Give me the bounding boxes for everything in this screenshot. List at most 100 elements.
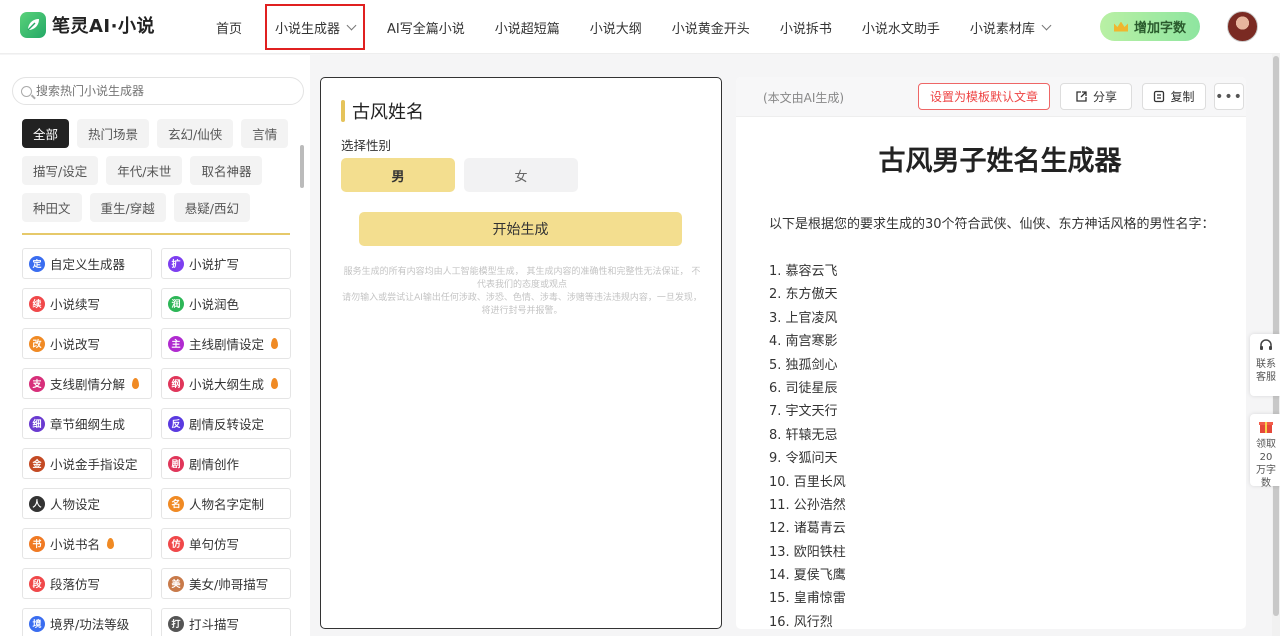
set-default-article-button[interactable]: 设置为模板默认文章 bbox=[918, 83, 1050, 110]
category-tag[interactable]: 取名神器 bbox=[190, 156, 263, 185]
share-button[interactable]: 分享 bbox=[1060, 83, 1132, 110]
hot-flame-icon bbox=[132, 378, 140, 389]
category-tag[interactable]: 年代/末世 bbox=[106, 156, 183, 185]
main-nav: 首页 小说生成器 AI写全篇小说 小说超短篇 小说大纲 小说黄金开头 小说拆书 … bbox=[200, 0, 1058, 54]
tool-icon: 书 bbox=[29, 535, 45, 552]
list-item: 15. 皇甫惊雷 bbox=[769, 591, 846, 607]
tool-icon: 打 bbox=[168, 615, 184, 632]
list-item: 2. 东方傲天 bbox=[769, 287, 838, 303]
category-tag[interactable]: 言情 bbox=[241, 119, 289, 148]
tool-icon: 反 bbox=[168, 415, 184, 432]
tool-icon: 剧 bbox=[168, 455, 184, 472]
list-item: 6. 司徒星辰 bbox=[769, 380, 838, 396]
tool-icon: 境 bbox=[29, 615, 45, 632]
contact-support-widget[interactable]: 联系客服 bbox=[1250, 334, 1280, 396]
tool-item[interactable]: 金小说金手指设定 bbox=[22, 448, 152, 479]
tool-grid: 定自定义生成器扩小说扩写续小说续写润小说润色改小说改写主主线剧情设定支支线剧情分… bbox=[22, 248, 292, 636]
avatar[interactable] bbox=[1227, 11, 1258, 42]
list-item: 3. 上官凌风 bbox=[769, 310, 838, 326]
gift-icon bbox=[1259, 422, 1273, 433]
tool-item[interactable]: 续小说续写 bbox=[22, 288, 152, 319]
category-tag[interactable]: 描写/设定 bbox=[22, 156, 99, 185]
list-item: 13. 欧阳铁柱 bbox=[769, 544, 846, 560]
divider bbox=[22, 233, 290, 235]
tool-label: 剧情反转设定 bbox=[189, 417, 265, 432]
leaf-logo-icon bbox=[20, 12, 46, 38]
tool-item[interactable]: 书小说书名 bbox=[22, 528, 152, 559]
tool-icon: 扩 bbox=[168, 255, 184, 272]
more-options-button[interactable]: ••• bbox=[1214, 83, 1244, 110]
add-words-label: 增加字数 bbox=[1133, 21, 1186, 36]
nav-outline[interactable]: 小说大纲 bbox=[582, 0, 650, 54]
tool-item[interactable]: 段段落仿写 bbox=[22, 568, 152, 599]
add-words-button[interactable]: 增加字数 bbox=[1100, 12, 1200, 41]
share-icon bbox=[1076, 91, 1087, 102]
search-box[interactable] bbox=[12, 77, 304, 105]
tool-label: 小说润色 bbox=[189, 297, 240, 312]
claim-words-widget[interactable]: 领取20万字数 bbox=[1250, 414, 1280, 489]
result-panel: (本文由AI生成) 设置为模板默认文章 分享 复制 ••• 古风男子姓名生成器 … bbox=[736, 77, 1246, 629]
tool-label: 小说改写 bbox=[50, 337, 101, 352]
tool-icon: 续 bbox=[29, 295, 45, 312]
tool-label: 支线剧情分解 bbox=[50, 377, 126, 392]
tool-item[interactable]: 境境界/功法等级 bbox=[22, 608, 152, 636]
gender-female-button[interactable]: 女 bbox=[464, 158, 578, 192]
tool-icon: 人 bbox=[29, 495, 45, 512]
tool-label: 小说书名 bbox=[50, 537, 101, 552]
list-item: 4. 南宫寒影 bbox=[769, 334, 838, 350]
list-item: 8. 轩辕无忌 bbox=[769, 427, 838, 443]
tool-label: 小说大纲生成 bbox=[189, 377, 265, 392]
list-item: 7. 宇文天行 bbox=[769, 404, 838, 420]
tool-label: 小说续写 bbox=[50, 297, 101, 312]
tool-item[interactable]: 改小说改写 bbox=[22, 328, 152, 359]
category-tag[interactable]: 重生/穿越 bbox=[89, 193, 166, 222]
tool-item[interactable]: 支支线剧情分解 bbox=[22, 368, 152, 399]
nav-home[interactable]: 首页 bbox=[208, 0, 250, 54]
tool-label: 人物设定 bbox=[50, 497, 101, 512]
crown-icon bbox=[1113, 21, 1128, 32]
tool-item[interactable]: 扩小说扩写 bbox=[161, 248, 291, 279]
tool-label: 单句仿写 bbox=[189, 537, 240, 552]
category-tag[interactable]: 全部 bbox=[22, 119, 70, 148]
tool-item[interactable]: 仿单句仿写 bbox=[161, 528, 291, 559]
tool-item[interactable]: 反剧情反转设定 bbox=[161, 408, 291, 439]
tool-item[interactable]: 纲小说大纲生成 bbox=[161, 368, 291, 399]
tool-item[interactable]: 美美女/帅哥描写 bbox=[161, 568, 291, 599]
start-generate-button[interactable]: 开始生成 bbox=[359, 212, 682, 246]
nav-book-breakdown[interactable]: 小说拆书 bbox=[772, 0, 840, 54]
list-item: 11. 公孙浩然 bbox=[769, 497, 846, 513]
tool-icon: 仿 bbox=[168, 535, 184, 552]
tool-label: 自定义生成器 bbox=[50, 257, 126, 272]
category-tag[interactable]: 悬疑/西幻 bbox=[173, 193, 250, 222]
nav-filler-helper[interactable]: 小说水文助手 bbox=[854, 0, 948, 54]
tool-item[interactable]: 人人物设定 bbox=[22, 488, 152, 519]
list-item: 9. 令狐问天 bbox=[769, 451, 838, 467]
article-intro: 以下是根据您的要求生成的30个符合武侠、仙侠、东方神话风格的男性名字： bbox=[769, 217, 1215, 232]
nav-ai-full-novel[interactable]: AI写全篇小说 bbox=[379, 0, 473, 54]
tool-item[interactable]: 名人物名字定制 bbox=[161, 488, 291, 519]
tool-item[interactable]: 剧剧情创作 bbox=[161, 448, 291, 479]
logo[interactable]: 笔灵AI·小说 bbox=[20, 12, 155, 38]
category-tag[interactable]: 热门场景 bbox=[77, 119, 150, 148]
tool-item[interactable]: 润小说润色 bbox=[161, 288, 291, 319]
nav-material-library[interactable]: 小说素材库 bbox=[962, 0, 1058, 54]
search-input[interactable] bbox=[36, 84, 286, 98]
tool-item[interactable]: 定自定义生成器 bbox=[22, 248, 152, 279]
category-tag[interactable]: 玄幻/仙侠 bbox=[157, 119, 234, 148]
nav-golden-opening[interactable]: 小说黄金开头 bbox=[664, 0, 758, 54]
tool-item[interactable]: 细章节细纲生成 bbox=[22, 408, 152, 439]
nav-material-library-label: 小说素材库 bbox=[969, 21, 1035, 37]
copy-button[interactable]: 复制 bbox=[1142, 83, 1206, 110]
copy-icon bbox=[1154, 90, 1165, 103]
tool-label: 境界/功法等级 bbox=[50, 617, 130, 632]
tool-item[interactable]: 打打斗描写 bbox=[161, 608, 291, 636]
nav-novel-generator[interactable]: 小说生成器 bbox=[265, 4, 366, 50]
nav-short-novel[interactable]: 小说超短篇 bbox=[487, 0, 568, 54]
share-label: 分享 bbox=[1092, 90, 1117, 104]
gender-male-button[interactable]: 男 bbox=[341, 158, 455, 192]
tool-item[interactable]: 主主线剧情设定 bbox=[161, 328, 291, 359]
nav-novel-generator-label: 小说生成器 bbox=[275, 21, 341, 37]
category-tag[interactable]: 种田文 bbox=[22, 193, 82, 222]
sidebar-scrollbar[interactable] bbox=[300, 145, 304, 188]
tool-label: 小说金手指设定 bbox=[50, 457, 138, 472]
